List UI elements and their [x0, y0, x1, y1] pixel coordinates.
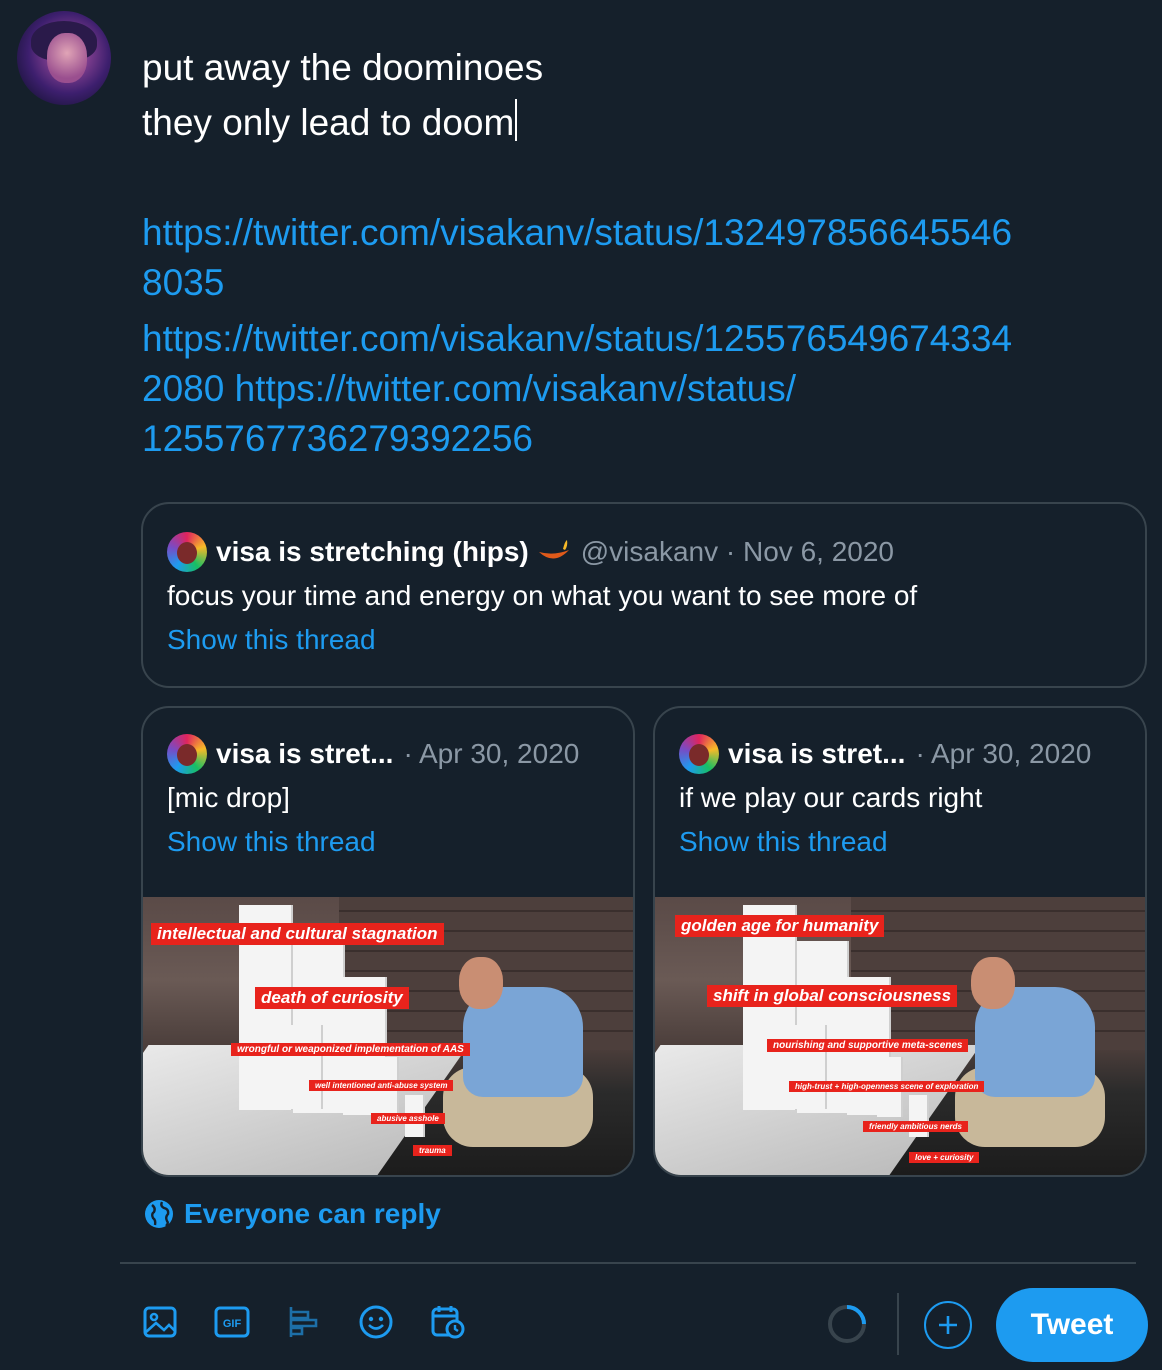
gif-button[interactable]: GIF [212, 1302, 252, 1342]
quote-author-name: visa is stret... [728, 738, 906, 769]
meme-label-6: trauma [413, 1145, 452, 1156]
quote-author-name: visa is stret... [216, 738, 394, 769]
poll-icon [289, 1307, 318, 1337]
compose-links: https://twitter.com/visakanv/status/1324… [142, 208, 1152, 464]
toolbar-divider [120, 1262, 1136, 1264]
user-avatar[interactable] [17, 11, 111, 105]
meme-man-head [971, 957, 1015, 1009]
quote-tweet-card-right[interactable]: visa is stret... · Apr 30, 2020 if we pl… [653, 706, 1147, 1177]
quote-text: if we play our cards right [679, 782, 983, 813]
tweet-compose-text[interactable]: put away the doominoes they only lead to… [142, 40, 1142, 150]
domino-4 [795, 1025, 825, 1109]
meme-label-3: nourishing and supportive meta-scenes [767, 1039, 969, 1052]
link-1-part-a[interactable]: https://twitter.com/visakanv/status/1324… [142, 208, 1152, 258]
meme-label-5: friendly ambitious nerds [863, 1121, 968, 1132]
quote-author-avatar [167, 532, 207, 572]
character-count-ring [828, 1305, 866, 1343]
link-2-part-a[interactable]: https://twitter.com/visakanv/status/1255… [142, 314, 1152, 364]
quote-author-name: visa is stretching (hips) [216, 536, 529, 567]
text-caret [515, 99, 518, 141]
quote-header: visa is stret... · Apr 30, 2020 [679, 734, 1121, 774]
globe-icon [145, 1200, 173, 1228]
compose-line-1: put away the doominoes [142, 47, 544, 88]
quote-header: visa is stretching (hips) @visakanv · No… [167, 532, 1121, 572]
gif-icon: GIF [214, 1306, 250, 1338]
quote-author-avatar [679, 734, 719, 774]
meme-label-6: love + curiosity [909, 1152, 980, 1163]
meme-label-3: wrongful or weaponized implementation of… [231, 1043, 470, 1056]
meme-man-head [459, 957, 503, 1009]
reply-setting-label: Everyone can reply [184, 1198, 441, 1229]
schedule-button[interactable] [428, 1302, 468, 1342]
domino-4 [291, 1025, 321, 1109]
show-thread-link[interactable]: Show this thread [167, 826, 609, 858]
reply-setting-button[interactable]: Everyone can reply [144, 1198, 441, 1230]
quote-tweet-card-left[interactable]: visa is stret... · Apr 30, 2020 [mic dro… [141, 706, 635, 1177]
quote-header: visa is stret... · Apr 30, 2020 [167, 734, 609, 774]
meme-label-5: abusive asshole [371, 1113, 445, 1124]
meme-label-2: shift in global consciousness [707, 985, 958, 1007]
avatar-face [47, 33, 87, 83]
meme-label-1: golden age for humanity [675, 915, 885, 937]
show-thread-link[interactable]: Show this thread [679, 826, 1121, 858]
quote-date: · Apr 30, 2020 [403, 738, 580, 769]
quote-text: [mic drop] [167, 782, 290, 813]
gif-icon-label: GIF [223, 1318, 242, 1330]
quote-handle-date: @visakanv · Nov 6, 2020 [580, 536, 894, 567]
link-1-part-b[interactable]: 8035 [142, 258, 1152, 308]
quote-date: · Apr 30, 2020 [915, 738, 1092, 769]
emoji-button[interactable] [356, 1302, 396, 1342]
poll-button [284, 1302, 324, 1342]
meme-label-4: well intentioned anti-abuse system [309, 1080, 454, 1091]
link-3[interactable]: 1255767736279392256 [142, 414, 1152, 464]
compose-toolbar: GIF [140, 1302, 500, 1342]
meme-label-4: high-trust + high-openness scene of expl… [789, 1081, 985, 1092]
show-thread-link[interactable]: Show this thread [167, 624, 1121, 656]
diya-lamp-icon [538, 540, 569, 559]
link-2-part-b[interactable]: 2080 https://twitter.com/visakanv/status… [142, 364, 1152, 414]
plus-icon [939, 1316, 957, 1334]
media-button[interactable] [140, 1302, 180, 1342]
compose-line-2-text: they only lead to doom [142, 102, 515, 143]
tweet-button[interactable]: Tweet [996, 1288, 1148, 1362]
compose-line-2: they only lead to doom [142, 95, 1142, 150]
meme-label-1: intellectual and cultural stagnation [151, 923, 444, 945]
quote-author-avatar [167, 734, 207, 774]
quote-text: focus your time and energy on what you w… [167, 580, 918, 611]
toolbar-separator [897, 1293, 899, 1355]
domino-meme-image[interactable]: golden age for humanity shift in global … [655, 897, 1145, 1175]
domino-meme-image[interactable]: intellectual and cultural stagnation dea… [143, 897, 633, 1175]
meme-label-2: death of curiosity [255, 987, 409, 1009]
add-tweet-button[interactable] [924, 1301, 972, 1349]
image-icon [143, 1306, 177, 1338]
quote-tweet-card-main[interactable]: visa is stretching (hips) @visakanv · No… [141, 502, 1147, 688]
emoji-icon [359, 1305, 393, 1339]
schedule-icon [431, 1306, 465, 1339]
